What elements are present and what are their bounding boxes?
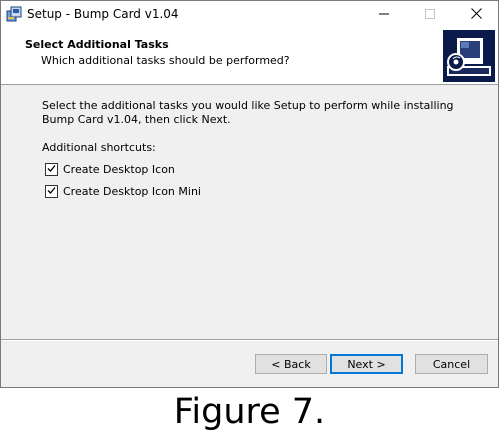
- task-create-desktop-icon-mini[interactable]: Create Desktop Icon Mini: [45, 183, 201, 199]
- next-button[interactable]: Next >: [330, 354, 403, 374]
- window-title: Setup - Bump Card v1.04: [27, 7, 179, 21]
- close-icon: [470, 8, 482, 22]
- desktop-icon-label[interactable]: Create Desktop Icon: [63, 163, 175, 176]
- task-description: Select the additional tasks you would li…: [42, 99, 454, 126]
- wizard-header: Select Additional Tasks Which additional…: [1, 29, 498, 85]
- footer-divider: [1, 339, 498, 341]
- figure-caption: Figure 7.: [173, 392, 326, 432]
- cancel-button[interactable]: Cancel: [415, 354, 488, 374]
- close-button[interactable]: [453, 1, 498, 29]
- minimize-icon: [379, 9, 389, 22]
- checkmark-icon: [47, 163, 56, 176]
- back-button[interactable]: < Back: [255, 354, 327, 374]
- desktop-icon-mini-checkbox[interactable]: [45, 184, 58, 198]
- task-create-desktop-icon[interactable]: Create Desktop Icon: [45, 161, 175, 177]
- desktop-icon-mini-label[interactable]: Create Desktop Icon Mini: [63, 185, 201, 198]
- wizard-content: Select the additional tasks you would li…: [1, 85, 498, 339]
- page-title: Select Additional Tasks: [25, 38, 169, 51]
- page-subtitle: Which additional tasks should be perform…: [41, 54, 290, 67]
- minimize-button[interactable]: [361, 1, 407, 29]
- installer-app-icon: [6, 6, 22, 22]
- maximize-button[interactable]: [407, 1, 453, 29]
- shortcuts-group-label: Additional shortcuts:: [42, 141, 156, 154]
- desktop-icon-checkbox[interactable]: [45, 162, 58, 176]
- title-bar[interactable]: Setup - Bump Card v1.04: [1, 1, 498, 29]
- checkmark-icon: [47, 185, 56, 198]
- maximize-icon: [425, 8, 435, 22]
- computer-disc-icon: [443, 30, 495, 82]
- setup-window: Setup - Bump Card v1.04 Select Additiona…: [0, 0, 499, 388]
